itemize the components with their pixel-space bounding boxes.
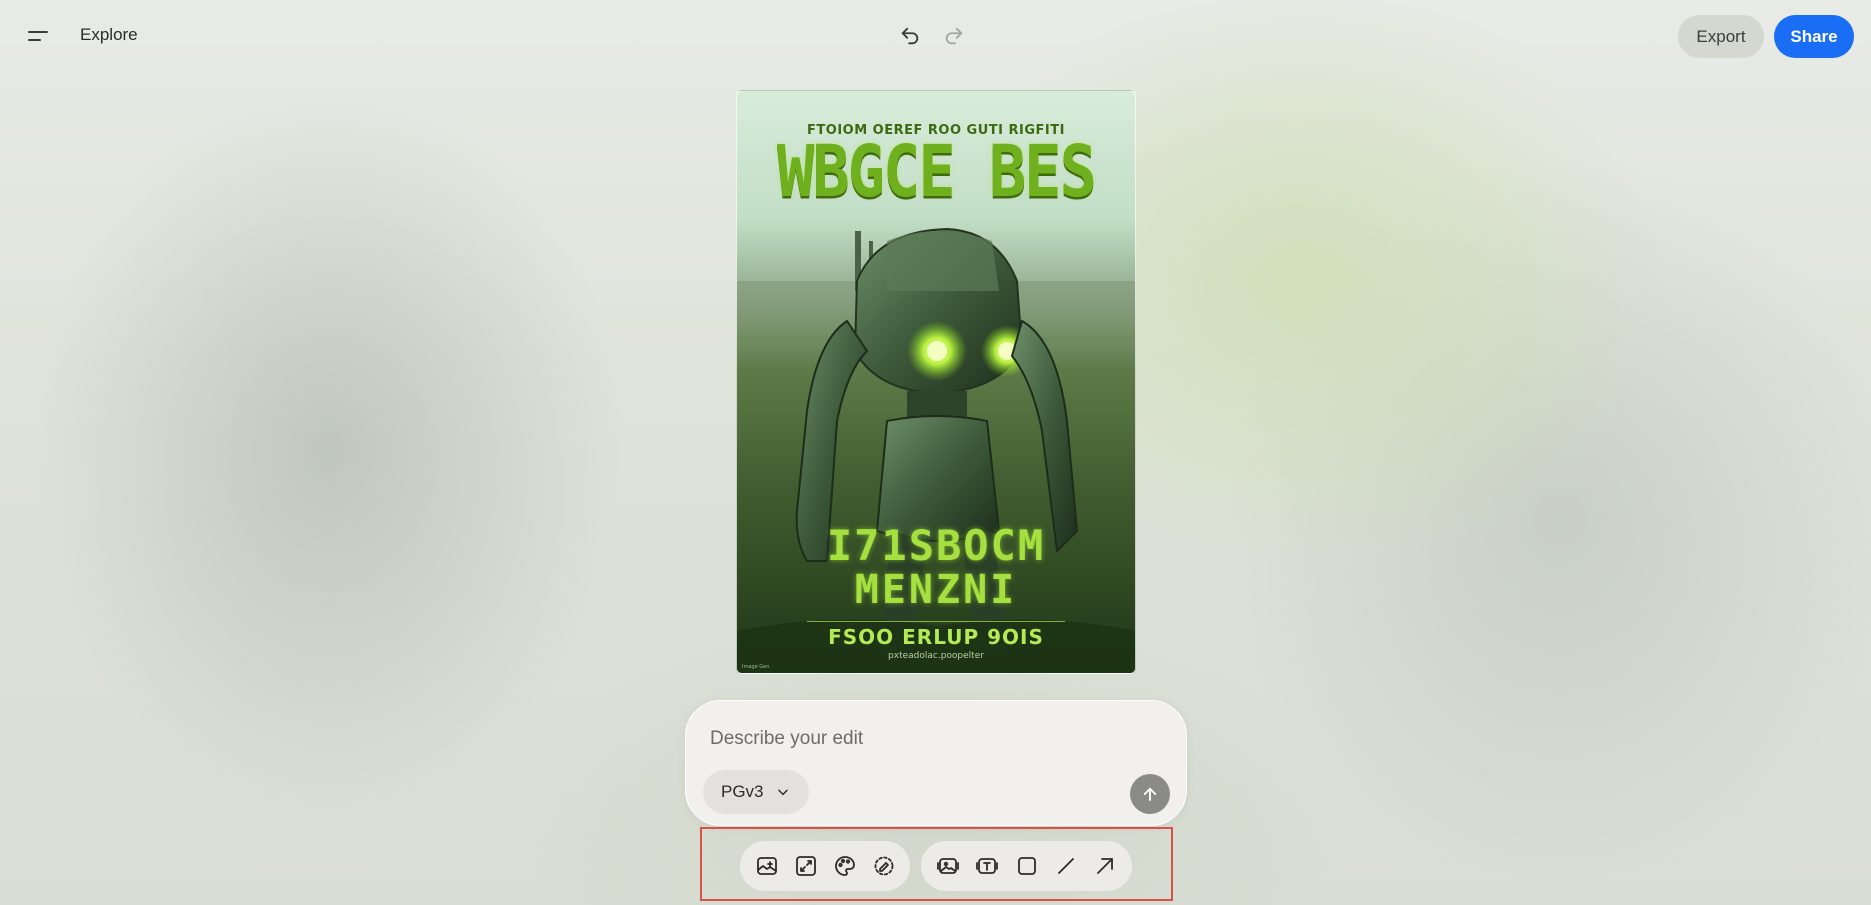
poster-corner-mark: Image Gen: [742, 664, 770, 670]
model-selector-label: PGv3: [721, 782, 764, 801]
rectangle-icon[interactable]: [1010, 849, 1043, 883]
send-button[interactable]: [1130, 774, 1170, 814]
top-bar: Explore Export Share: [0, 0, 1871, 72]
poster-title: WBGCE BES: [777, 129, 1097, 214]
erase-icon[interactable]: [867, 849, 900, 883]
generated-image[interactable]: FTOIOM OEREF ROO GUTI RIGFITI WBGCE BES …: [736, 90, 1136, 674]
model-selector[interactable]: PGv3: [703, 770, 809, 814]
image-frame-icon[interactable]: [931, 849, 964, 883]
arrow-icon[interactable]: [1089, 849, 1122, 883]
share-button[interactable]: Share: [1774, 15, 1854, 58]
edit-tools-group: [740, 841, 910, 891]
arrow-up-icon: [1143, 787, 1157, 801]
expand-icon[interactable]: [789, 849, 822, 883]
poster-divider: [807, 621, 1065, 622]
poster-headline-2: MENZNI: [854, 567, 1018, 613]
redo-icon[interactable]: [939, 20, 969, 52]
text-frame-icon[interactable]: [970, 849, 1003, 883]
export-button[interactable]: Export: [1678, 15, 1764, 58]
palette-icon[interactable]: [828, 849, 861, 883]
edit-prompt-panel: PGv3: [685, 700, 1187, 826]
line-icon[interactable]: [1049, 849, 1082, 883]
poster-url: pxteadolac.poopelter: [888, 651, 984, 661]
explore-link[interactable]: Explore: [80, 25, 138, 45]
chevron-down-icon: [777, 789, 788, 796]
insert-tools-group: [921, 841, 1132, 891]
describe-edit-input[interactable]: [710, 725, 1130, 753]
add-image-icon[interactable]: [750, 849, 783, 883]
history-controls: [895, 20, 969, 52]
poster-subline: FSOO ERLUP 9OIS: [828, 625, 1044, 649]
poster-headline-1: I71SBOCM: [826, 521, 1046, 570]
undo-icon[interactable]: [895, 20, 925, 52]
menu-icon[interactable]: [18, 18, 58, 54]
